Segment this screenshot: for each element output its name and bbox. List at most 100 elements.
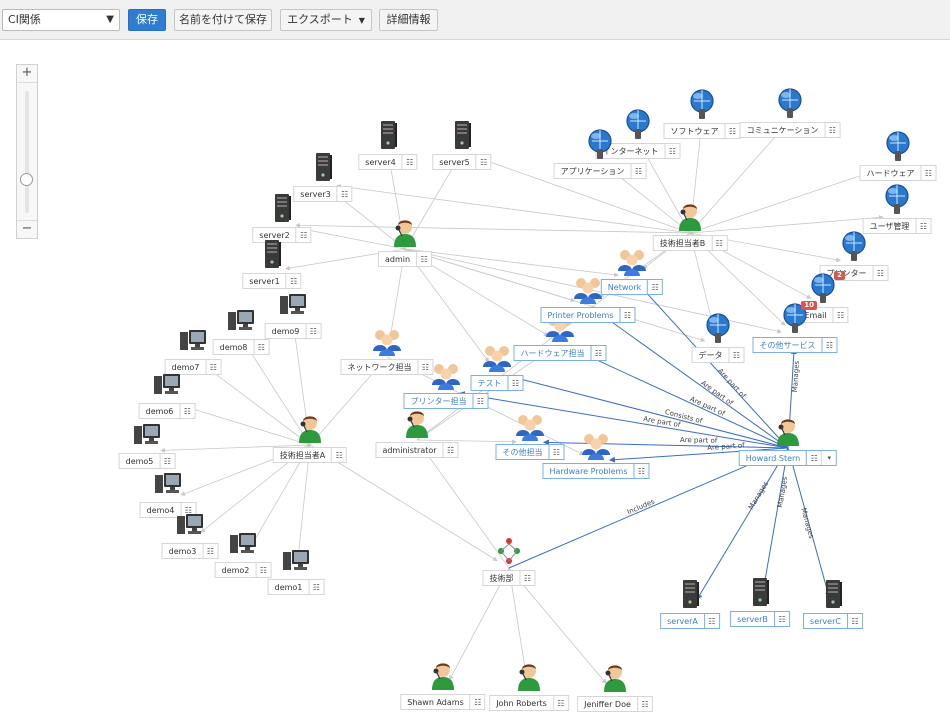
node-label[interactable]: demo9 ☷ <box>264 323 322 339</box>
node-menu-icon[interactable]: ☷ <box>507 376 523 390</box>
node-menu-icon[interactable]: ☷ <box>469 695 485 709</box>
notification-badge: 10 <box>801 301 817 310</box>
node-label[interactable]: admin ☷ <box>377 251 433 267</box>
node-menu-icon[interactable]: ☷ <box>821 338 837 352</box>
node-label-text: Howard Stern <box>745 454 801 463</box>
node-menu-icon[interactable]: ☷ <box>920 166 936 180</box>
node-label[interactable]: Howard Stern ☷ ▾ <box>738 450 838 466</box>
node-menu-icon[interactable]: ☷ <box>664 144 680 158</box>
node-menu-icon[interactable]: ☷ <box>295 228 311 242</box>
node-label-text: demo2 <box>221 566 250 575</box>
node-label[interactable]: server5 ☷ <box>432 154 492 170</box>
node-menu-icon[interactable]: ☷ <box>832 308 848 322</box>
node-menu-icon[interactable]: ☷ <box>331 448 346 462</box>
node-label[interactable]: ユーザ管理 ☷ <box>862 218 932 234</box>
node-label[interactable]: Hardware Problems ☷ <box>542 463 650 479</box>
node-menu-icon[interactable]: ☷ <box>472 394 488 408</box>
node-label[interactable]: データ ☷ <box>691 347 745 363</box>
node-menu-icon[interactable]: ☷ <box>205 360 220 374</box>
node-menu-icon[interactable]: ☷ <box>416 252 431 266</box>
node-menu-icon[interactable]: ☷ <box>548 445 564 459</box>
node-menu-icon[interactable]: ☷ <box>633 464 649 478</box>
node-label[interactable]: administrator ☷ <box>375 442 459 458</box>
node-label[interactable]: その他担当 ☷ <box>495 444 565 460</box>
node-label[interactable]: テスト ☷ <box>470 375 524 391</box>
node-menu-icon[interactable]: ☷ <box>552 696 568 710</box>
node-menu-icon[interactable]: ☷ <box>519 571 535 585</box>
node-label-text: administrator <box>382 446 437 455</box>
group-icon <box>579 427 613 461</box>
node-menu-icon[interactable]: ☷ <box>475 155 491 169</box>
node-menu-icon[interactable]: ☷ <box>255 563 270 577</box>
edge-label: Manages <box>799 507 816 540</box>
server-icon <box>255 237 289 271</box>
node-label[interactable]: Printer Problems ☷ <box>540 307 636 323</box>
node-menu-icon[interactable]: ☷ <box>647 280 662 294</box>
edge-label: Includes <box>626 497 657 516</box>
node-menu-icon[interactable]: ☷ <box>915 219 930 233</box>
server-icon <box>265 191 299 225</box>
node-label[interactable]: コミュニケーション ☷ <box>739 122 841 138</box>
node-menu-icon[interactable]: ☷ <box>711 236 726 250</box>
node-label[interactable]: serverA ☷ <box>660 613 720 629</box>
node-menu-icon[interactable]: ☷ <box>630 164 645 178</box>
node-label-text: Network <box>607 283 642 292</box>
node-label[interactable]: Jeniffer Doe ☷ <box>577 696 653 712</box>
node-menu-icon[interactable]: ☷ <box>305 324 320 338</box>
node-label[interactable]: Shawn Adams ☷ <box>400 694 486 710</box>
node-label[interactable]: Network ☷ <box>600 279 664 295</box>
server-icon <box>371 118 405 152</box>
node-menu-icon[interactable]: ☷ <box>773 612 789 626</box>
node-label[interactable]: ネットワーク担当 ☷ <box>340 359 434 375</box>
node-label[interactable]: ハードウェア担当 ☷ <box>513 345 607 361</box>
node-label[interactable]: 技術担当者B ☷ <box>652 235 728 251</box>
node-menu-icon[interactable]: ☷ <box>724 124 740 138</box>
service-icon <box>685 87 719 121</box>
node-label-text: データ <box>698 351 723 360</box>
node-label[interactable]: その他サービス ☷ <box>752 337 838 353</box>
node-label-text: ソフトウェア <box>670 127 719 136</box>
pc-icon <box>226 526 260 560</box>
node-label[interactable]: アプリケーション ☷ <box>553 163 647 179</box>
user-icon <box>293 411 327 445</box>
node-menu-icon[interactable]: ☷ <box>253 340 268 354</box>
service-icon <box>837 229 871 263</box>
node-label[interactable]: demo2 ☷ <box>214 562 272 578</box>
node-label[interactable]: serverC ☷ <box>803 613 863 629</box>
node-menu-icon[interactable]: ☷ <box>336 187 352 201</box>
node-label[interactable]: server4 ☷ <box>358 154 418 170</box>
node-menu-icon[interactable]: ☷ <box>806 451 821 465</box>
node-label[interactable]: 技術部 ☷ <box>482 570 536 586</box>
node-caret-icon[interactable]: ▾ <box>821 451 836 465</box>
node-menu-icon[interactable]: ☷ <box>728 348 744 362</box>
node-menu-icon[interactable]: ☷ <box>202 544 217 558</box>
node-label[interactable]: demo3 ☷ <box>161 543 219 559</box>
node-menu-icon[interactable]: ☷ <box>442 443 458 457</box>
node-menu-icon[interactable]: ☷ <box>636 697 652 711</box>
node-label-text: Jeniffer Doe <box>584 700 631 709</box>
node-label[interactable]: demo8 ☷ <box>212 339 270 355</box>
node-label-text: demo3 <box>168 547 197 556</box>
node-menu-icon[interactable]: ☷ <box>179 404 194 418</box>
node-menu-icon[interactable]: ☷ <box>285 274 301 288</box>
user-icon <box>400 406 434 440</box>
node-label[interactable]: serverB ☷ <box>730 611 790 627</box>
node-label-text: Shawn Adams <box>407 698 464 707</box>
node-menu-icon[interactable]: ☷ <box>590 346 606 360</box>
node-label[interactable]: demo1 ☷ <box>267 579 325 595</box>
node-menu-icon[interactable]: ☷ <box>824 123 839 137</box>
node-label[interactable]: 技術担当者A ☷ <box>272 447 348 463</box>
node-menu-icon[interactable]: ☷ <box>703 614 719 628</box>
node-menu-icon[interactable]: ☷ <box>619 308 635 322</box>
node-label-text: demo6 <box>145 407 174 416</box>
node-label[interactable]: ソフトウェア ☷ <box>663 123 741 139</box>
node-menu-icon[interactable]: ☷ <box>846 614 862 628</box>
node-menu-icon[interactable]: ☷ <box>308 580 323 594</box>
server-icon <box>743 575 777 609</box>
node-menu-icon[interactable]: ☷ <box>401 155 417 169</box>
node-label[interactable]: ハードウェア ☷ <box>859 165 937 181</box>
node-menu-icon[interactable]: ☷ <box>872 266 888 280</box>
node-label[interactable]: server3 ☷ <box>293 186 353 202</box>
service-icon <box>881 129 915 163</box>
node-label[interactable]: John Roberts ☷ <box>489 695 569 711</box>
